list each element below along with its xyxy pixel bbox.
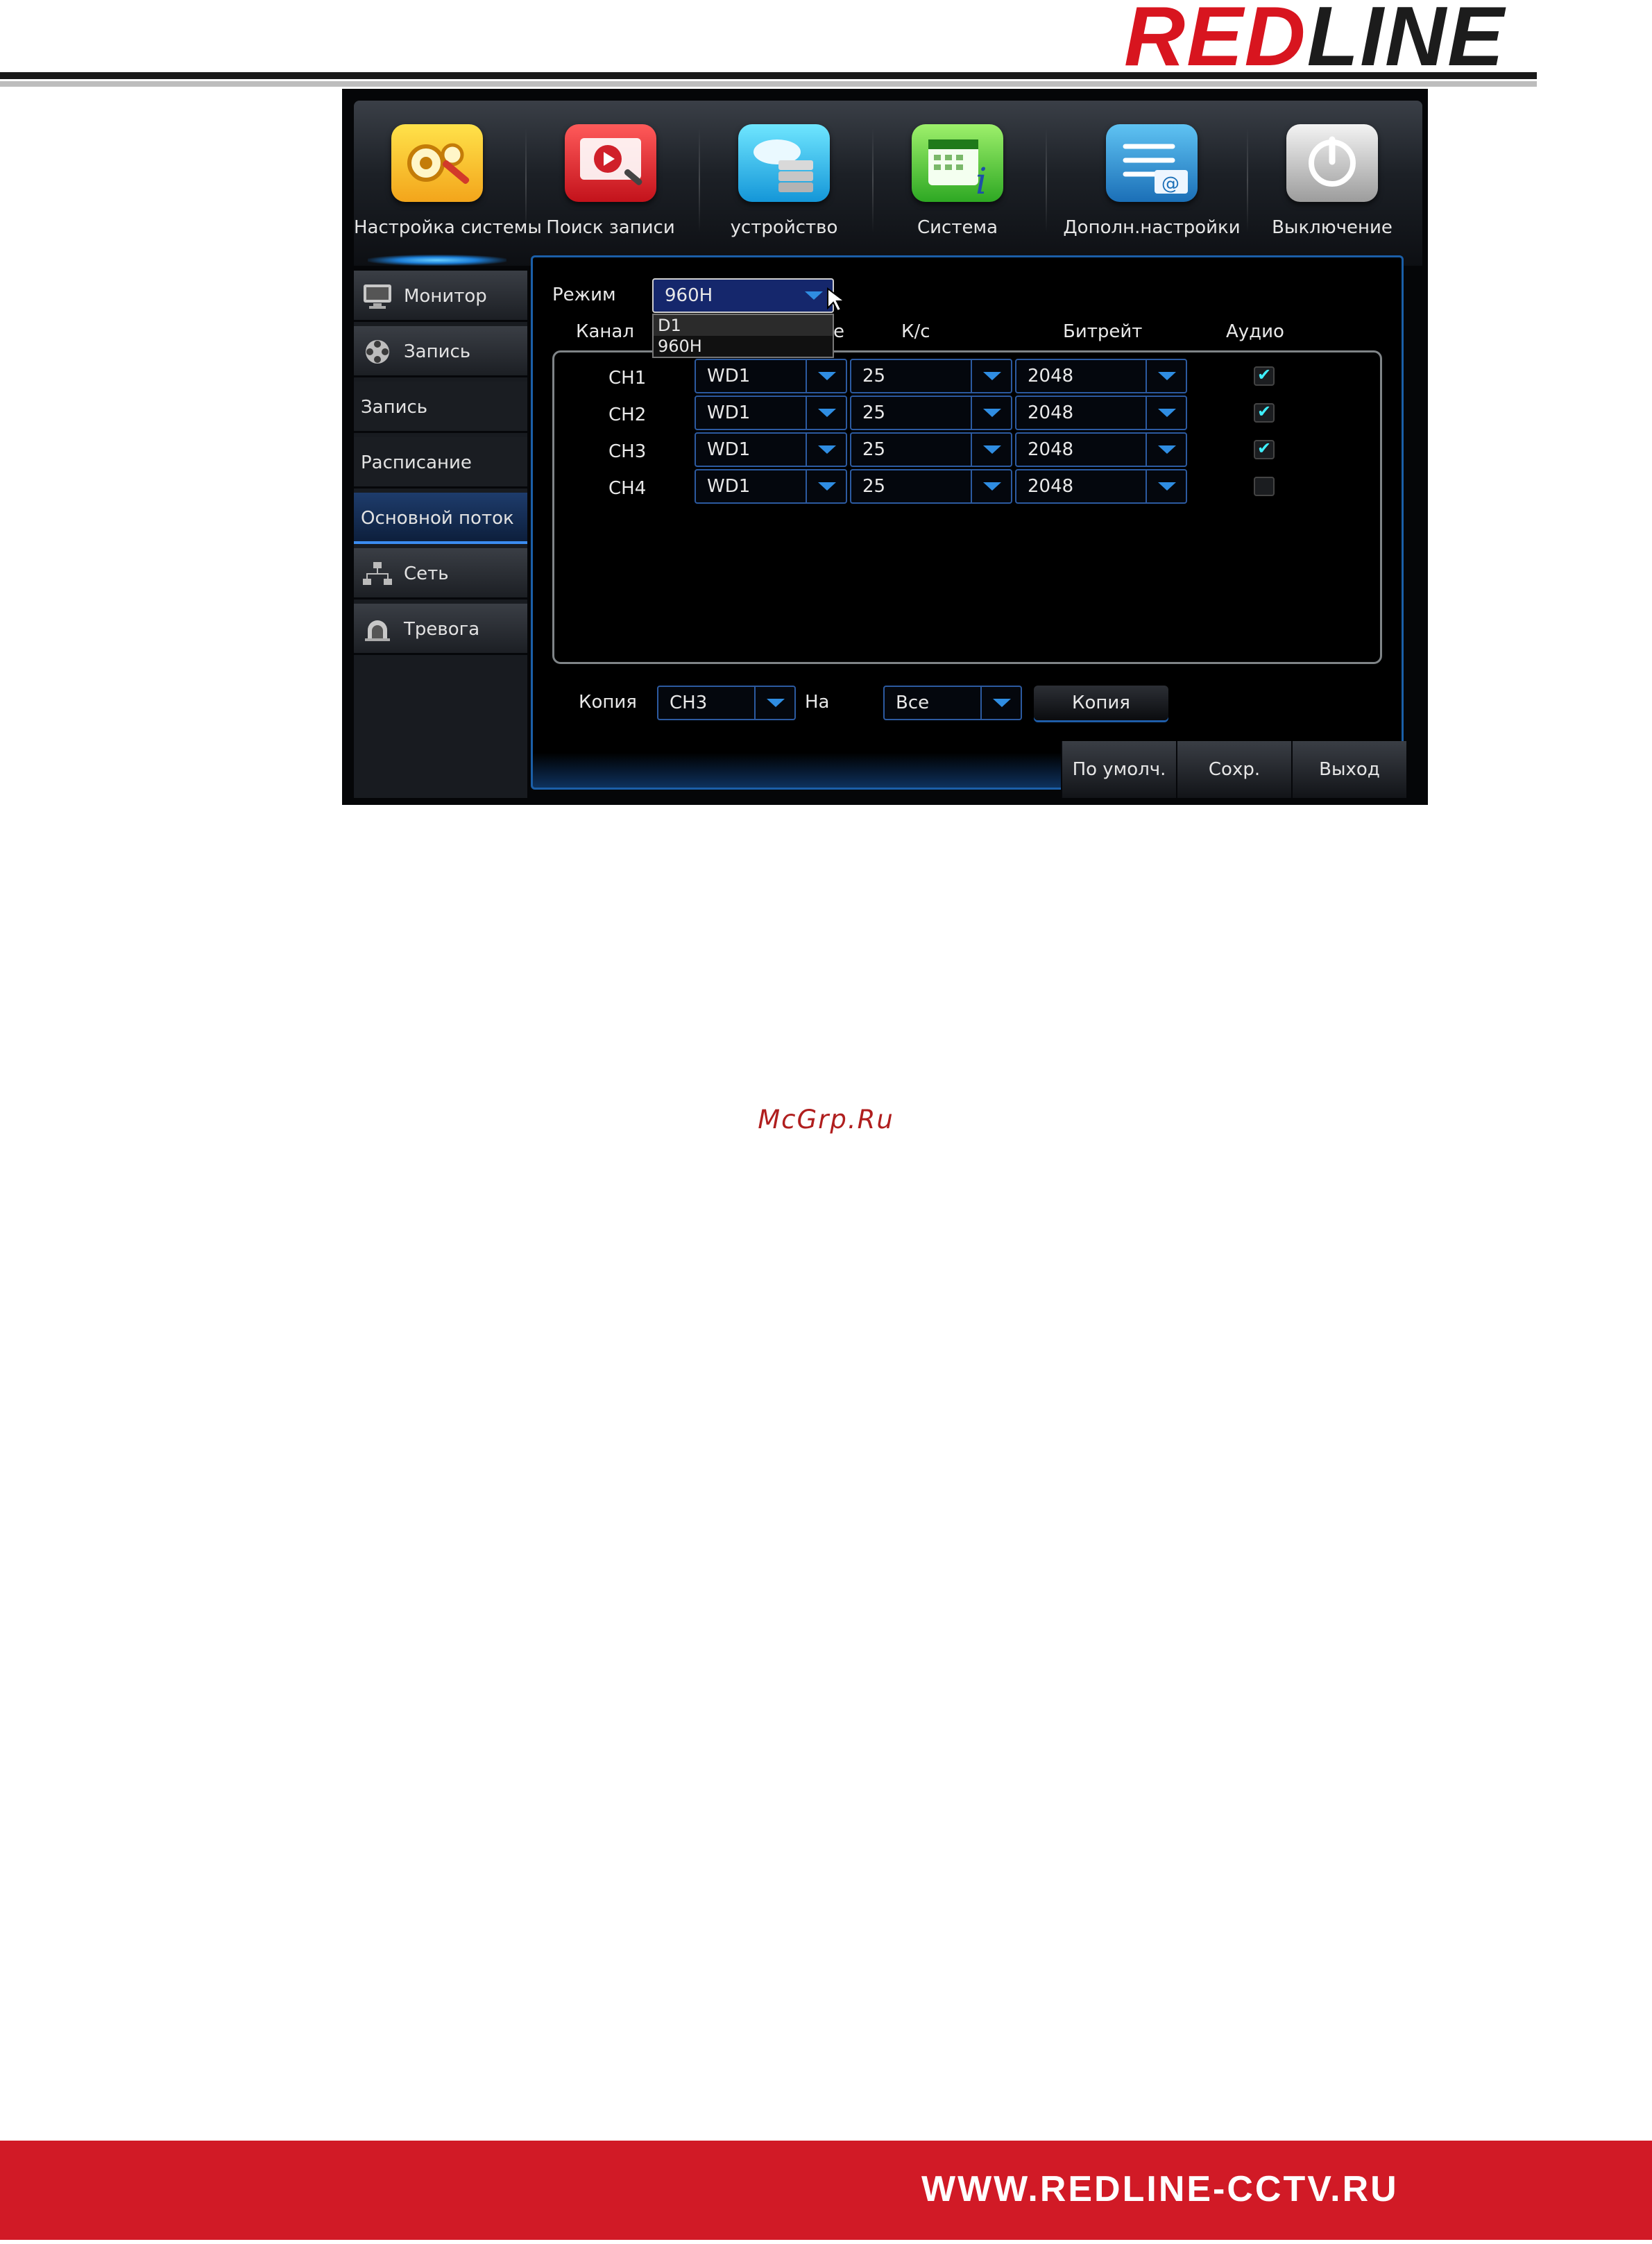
- main-menu-bar: Настройка системы Поиск записи устройств…: [354, 101, 1422, 266]
- sidebar-item-alarm[interactable]: Тревога: [354, 604, 527, 655]
- chevron-down-icon[interactable]: [806, 360, 846, 392]
- chevron-down-icon[interactable]: [806, 434, 846, 466]
- chevron-down-icon[interactable]: [971, 434, 1011, 466]
- copy-button[interactable]: Копия: [1034, 686, 1168, 720]
- row-channel: CH2: [608, 405, 647, 425]
- resolution-select[interactable]: WD1: [695, 359, 847, 393]
- audio-checkbox[interactable]: [1254, 477, 1275, 496]
- settings-gears-icon: [391, 124, 483, 202]
- bitrate-select[interactable]: 2048: [1015, 469, 1187, 504]
- header-rule-shadow: [0, 81, 1537, 87]
- chevron-down-icon[interactable]: [754, 687, 794, 719]
- resolution-select[interactable]: WD1: [695, 432, 847, 467]
- tab-divider: [1046, 128, 1047, 232]
- audio-checkbox[interactable]: [1254, 402, 1275, 423]
- footer-url[interactable]: WWW.REDLINE-CCTV.RU: [921, 2151, 1399, 2227]
- mode-dropdown-list: D1 960H: [652, 314, 834, 358]
- tab-record-search[interactable]: Поиск записи: [527, 101, 694, 266]
- tab-advanced-settings[interactable]: @ Дополн.настройки: [1055, 101, 1249, 266]
- col-channel: Канал: [576, 321, 634, 342]
- mode-option-d1[interactable]: D1: [654, 315, 833, 336]
- row-channel: CH3: [608, 441, 647, 462]
- col-audio: Аудио: [1226, 321, 1284, 342]
- chevron-down-icon[interactable]: [806, 470, 846, 502]
- resolution-select[interactable]: WD1: [695, 396, 847, 430]
- film-reel-icon: [366, 340, 389, 364]
- tab-divider: [1247, 128, 1248, 232]
- mode-label: Режим: [552, 284, 616, 305]
- power-icon: [1286, 124, 1378, 202]
- col-bitrate: Битрейт: [1063, 321, 1143, 342]
- chevron-down-icon[interactable]: [806, 397, 846, 429]
- active-tab-glow: [368, 255, 506, 266]
- tab-shutdown[interactable]: Выключение: [1249, 101, 1415, 266]
- default-button[interactable]: По умолч.: [1061, 741, 1176, 798]
- mode-option-960h[interactable]: 960H: [658, 336, 702, 357]
- save-button[interactable]: Сохр.: [1176, 741, 1291, 798]
- fps-select[interactable]: 25: [850, 396, 1012, 430]
- sidebar-item-record[interactable]: Запись: [354, 326, 527, 377]
- watermark-text: McGrp.Ru: [758, 1105, 894, 1134]
- alarm-icon: [365, 620, 390, 641]
- network-icon: [363, 562, 392, 585]
- audio-checkbox[interactable]: [1254, 365, 1275, 386]
- chevron-down-icon[interactable]: [971, 397, 1011, 429]
- tab-divider: [699, 128, 700, 232]
- chevron-down-icon[interactable]: [971, 360, 1011, 392]
- col-fps: К/с: [901, 321, 930, 342]
- col-resolution: е: [833, 321, 844, 342]
- chevron-down-icon[interactable]: [1146, 397, 1186, 429]
- copy-target-select[interactable]: Все: [883, 686, 1022, 720]
- footer-bar: [0, 2141, 1652, 2240]
- sidebar-item-network[interactable]: Сеть: [354, 548, 527, 600]
- header-rule: [0, 72, 1537, 79]
- audio-checkbox[interactable]: [1254, 439, 1275, 459]
- fps-select[interactable]: 25: [850, 432, 1012, 467]
- monitor-icon: [364, 284, 391, 309]
- resolution-select[interactable]: WD1: [695, 469, 847, 504]
- sidebar-item-monitor[interactable]: Монитор: [354, 271, 527, 322]
- dvr-screen: Настройка системы Поиск записи устройств…: [342, 89, 1428, 805]
- tab-system[interactable]: i Система: [874, 101, 1041, 266]
- video-search-icon: [565, 124, 656, 202]
- chevron-down-icon[interactable]: [1146, 470, 1186, 502]
- mode-select[interactable]: 960H: [652, 278, 834, 313]
- advanced-settings-icon: @: [1106, 124, 1198, 202]
- mouse-cursor-icon: [827, 287, 846, 312]
- tab-system-settings[interactable]: Настройка системы: [354, 101, 542, 266]
- sidebar-item-record-sub[interactable]: Запись: [354, 382, 527, 433]
- settings-sidebar: Монитор Запись Запись Расписание записи …: [354, 271, 527, 798]
- storage-device-icon: [738, 124, 830, 202]
- exit-button[interactable]: Выход: [1291, 741, 1406, 798]
- svg-text:i: i: [976, 161, 987, 202]
- bitrate-select[interactable]: 2048: [1015, 396, 1187, 430]
- copy-label: Копия: [579, 692, 637, 713]
- sidebar-item-record-schedule[interactable]: Расписание записи: [354, 437, 527, 525]
- fps-select[interactable]: 25: [850, 359, 1012, 393]
- tab-device[interactable]: устройство: [701, 101, 867, 266]
- chevron-down-icon[interactable]: [1146, 434, 1186, 466]
- fps-select[interactable]: 25: [850, 469, 1012, 504]
- chevron-down-icon[interactable]: [1146, 360, 1186, 392]
- calendar-info-icon: i: [912, 124, 1003, 202]
- svg-text:@: @: [1161, 173, 1180, 194]
- copy-source-select[interactable]: CH3: [657, 686, 796, 720]
- bitrate-select[interactable]: 2048: [1015, 359, 1187, 393]
- copy-to-label: На: [805, 692, 830, 713]
- row-channel: CH4: [608, 478, 647, 499]
- tab-divider: [872, 128, 874, 232]
- redline-logo: REDLINE: [1124, 0, 1506, 83]
- chevron-down-icon[interactable]: [971, 470, 1011, 502]
- chevron-down-icon[interactable]: [980, 687, 1021, 719]
- tab-divider: [525, 128, 527, 232]
- row-channel: CH1: [608, 368, 647, 389]
- sidebar-item-main-stream[interactable]: Основной поток: [354, 493, 527, 544]
- bitrate-select[interactable]: 2048: [1015, 432, 1187, 467]
